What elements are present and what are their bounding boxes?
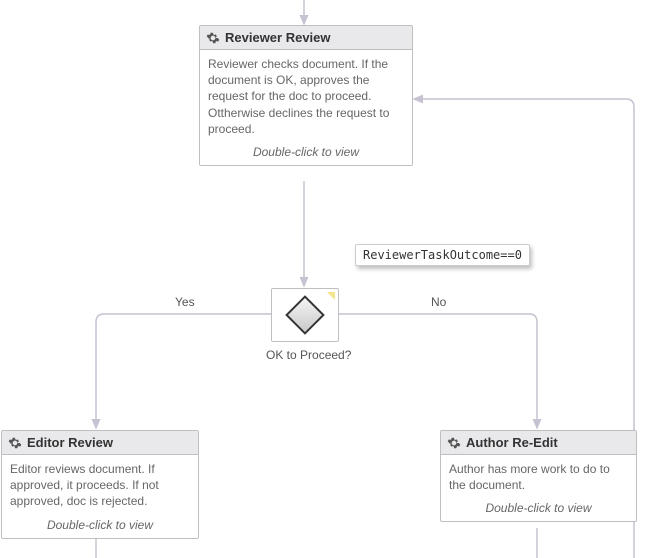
task-hint: Double-click to view <box>200 141 412 165</box>
task-reviewer-review[interactable]: Reviewer Review Reviewer checks document… <box>199 25 413 166</box>
task-title: Reviewer Review <box>225 30 331 45</box>
task-header: Editor Review <box>2 431 198 455</box>
gear-icon <box>8 436 22 450</box>
task-hint: Double-click to view <box>2 514 198 538</box>
diamond-icon <box>285 295 325 335</box>
branch-label-yes: Yes <box>175 295 195 309</box>
task-editor-review[interactable]: Editor Review Editor reviews document. I… <box>1 430 199 539</box>
branch-label-no: No <box>431 295 446 309</box>
task-title: Editor Review <box>27 435 113 450</box>
task-body: Reviewer checks document. If the documen… <box>200 50 412 141</box>
task-header: Author Re-Edit <box>441 431 636 455</box>
task-hint: Double-click to view <box>441 497 636 521</box>
gear-icon <box>447 436 461 450</box>
task-header: Reviewer Review <box>200 26 412 50</box>
task-author-reedit[interactable]: Author Re-Edit Author has more work to d… <box>440 430 637 522</box>
task-body: Editor reviews document. If approved, it… <box>2 455 198 514</box>
decision-ok-to-proceed[interactable] <box>271 288 339 342</box>
condition-callout[interactable]: ReviewerTaskOutcome==0 <box>355 244 530 266</box>
task-title: Author Re-Edit <box>466 435 558 450</box>
task-body: Author has more work to do to the docume… <box>441 455 636 497</box>
decision-question-label: OK to Proceed? <box>266 348 351 362</box>
gear-icon <box>206 31 220 45</box>
